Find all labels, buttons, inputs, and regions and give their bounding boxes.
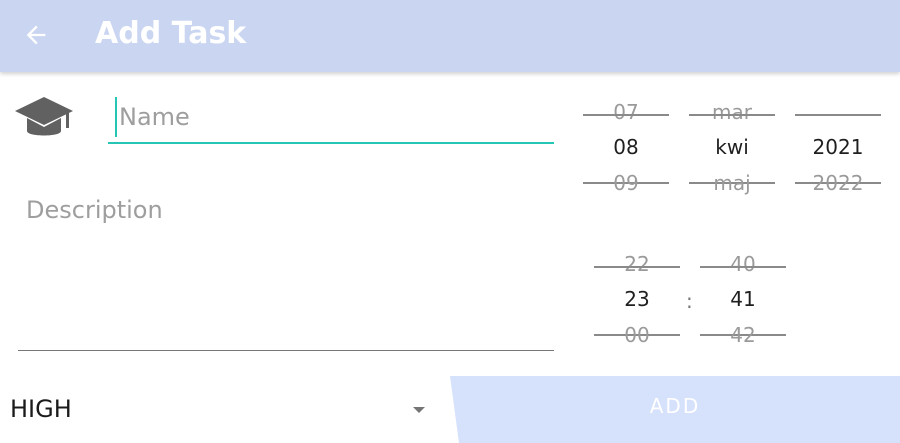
minute-current[interactable]: 41	[700, 287, 786, 311]
day-current[interactable]: 08	[583, 135, 669, 159]
description-input[interactable]	[26, 196, 546, 336]
hour-picker[interactable]: 22 23 00	[594, 252, 680, 364]
hour-next[interactable]: 00	[594, 323, 680, 347]
year-next[interactable]: 2022	[795, 171, 881, 195]
day-picker[interactable]: 07 08 09	[583, 100, 669, 212]
name-field[interactable]	[108, 96, 554, 144]
picker-divider	[700, 266, 786, 268]
back-arrow-icon[interactable]	[22, 21, 50, 49]
description-field[interactable]	[18, 190, 554, 351]
day-prev[interactable]: 07	[583, 100, 669, 124]
text-cursor	[115, 97, 117, 137]
graduation-cap-icon[interactable]	[14, 93, 74, 145]
picker-divider	[689, 114, 775, 116]
page-title: Add Task	[95, 16, 247, 51]
picker-divider	[594, 266, 680, 268]
hour-prev[interactable]: 22	[594, 252, 680, 276]
picker-divider	[583, 114, 669, 116]
name-input[interactable]	[119, 100, 539, 134]
priority-value: HIGH	[10, 395, 72, 423]
day-next[interactable]: 09	[583, 171, 669, 195]
year-current[interactable]: 2021	[795, 135, 881, 159]
add-button-label: ADD	[649, 394, 701, 418]
app-bar: Add Task	[0, 0, 900, 72]
hour-current[interactable]: 23	[594, 287, 680, 311]
add-button[interactable]: ADD	[450, 376, 900, 443]
minute-prev[interactable]: 40	[700, 252, 786, 276]
minute-next[interactable]: 42	[700, 323, 786, 347]
time-separator: :	[686, 289, 693, 313]
month-picker[interactable]: mar kwi maj	[689, 100, 775, 212]
picker-divider	[795, 114, 881, 116]
year-picker[interactable]: 2021 2022	[795, 112, 881, 212]
dropdown-arrow-icon[interactable]	[410, 404, 428, 416]
month-next[interactable]: maj	[689, 171, 775, 195]
month-prev[interactable]: mar	[689, 100, 775, 124]
minute-picker[interactable]: 40 41 42	[700, 252, 786, 364]
month-current[interactable]: kwi	[689, 135, 775, 159]
priority-dropdown[interactable]: HIGH	[0, 380, 445, 443]
